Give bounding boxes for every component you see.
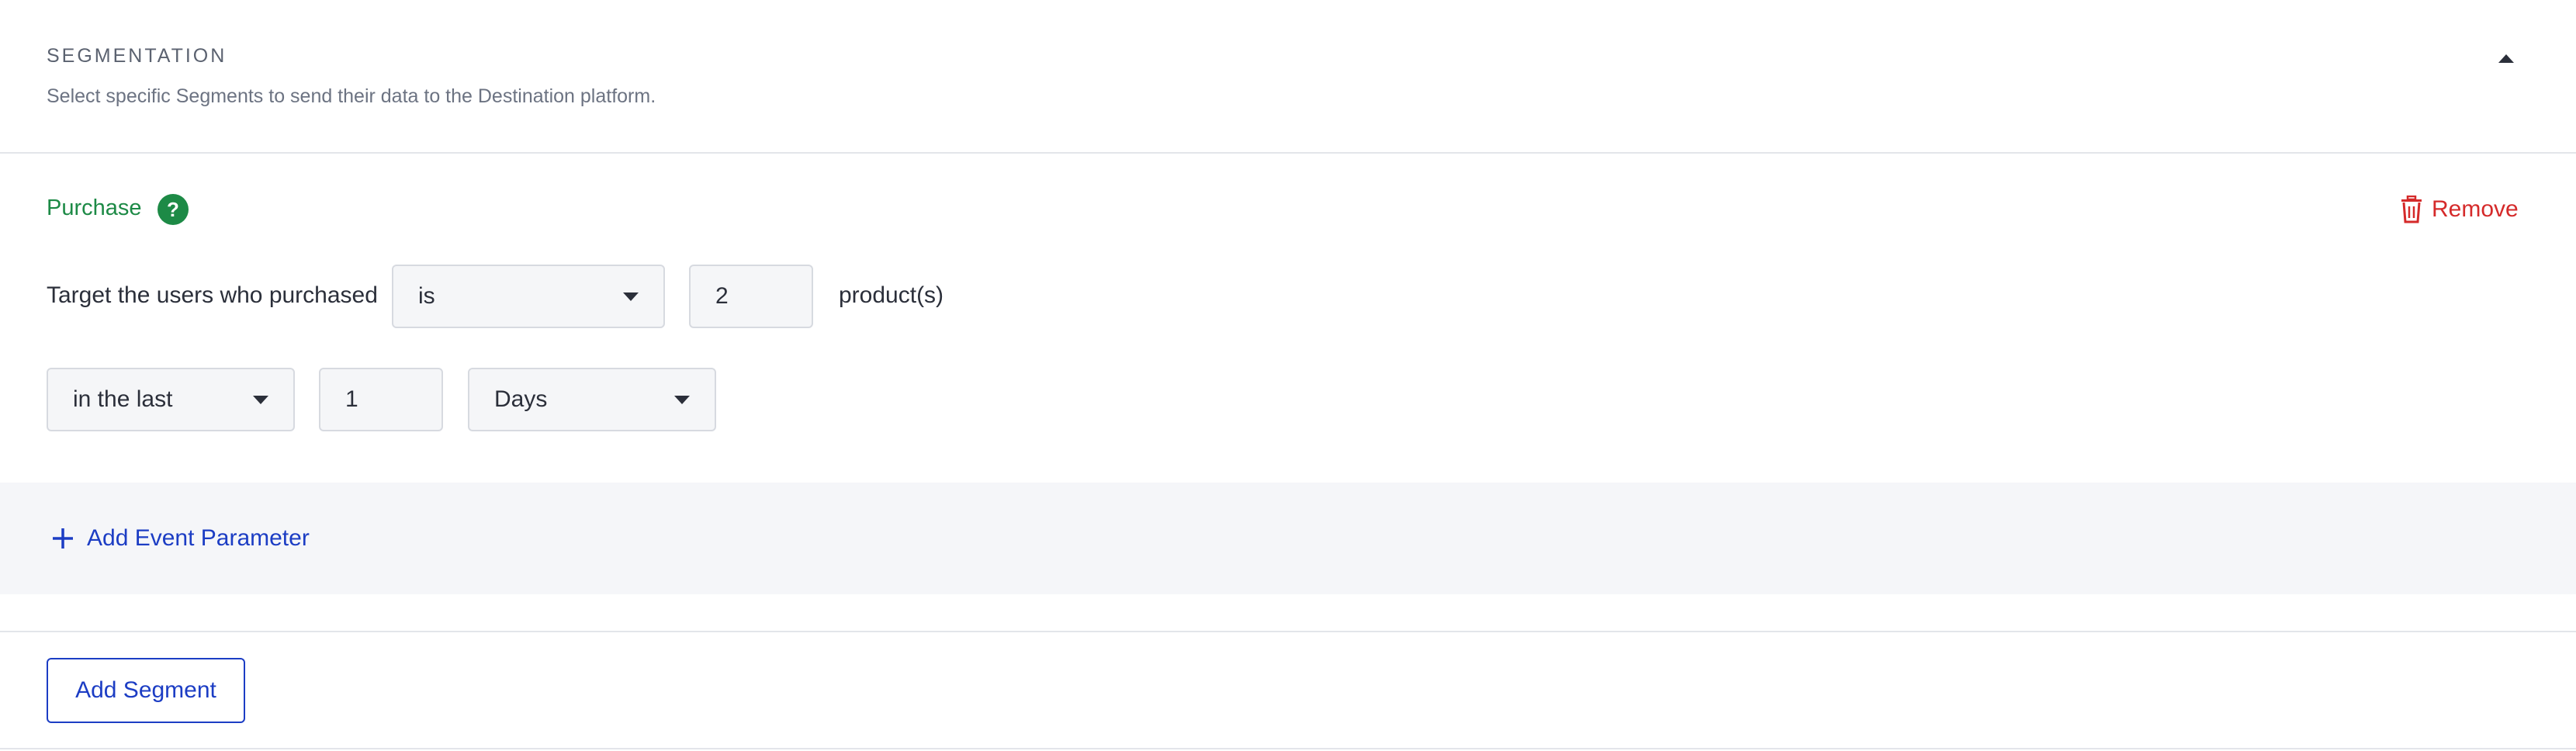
target-label: Target the users who purchased bbox=[47, 282, 378, 308]
add-segment-label: Add Segment bbox=[75, 677, 216, 703]
header-divider bbox=[0, 152, 2576, 154]
plus-icon bbox=[53, 528, 73, 549]
operator-value: is bbox=[418, 283, 435, 309]
count-input[interactable]: 2 bbox=[689, 265, 813, 328]
segment-divider bbox=[0, 631, 2576, 632]
segment-title: Purchase bbox=[47, 196, 142, 220]
help-glyph: ? bbox=[167, 197, 179, 221]
trash-icon bbox=[2401, 196, 2422, 223]
time-operator-select[interactable]: in the last bbox=[47, 368, 295, 431]
caret-down-icon bbox=[674, 395, 690, 404]
event-parameter-panel bbox=[0, 483, 2576, 594]
time-amount-input[interactable]: 1 bbox=[319, 368, 443, 431]
section-title: SEGMENTATION bbox=[47, 45, 227, 67]
add-event-parameter-button[interactable]: Add Event Parameter bbox=[51, 521, 310, 555]
collapse-button[interactable] bbox=[2491, 45, 2522, 73]
remove-segment-button[interactable]: Remove bbox=[2401, 192, 2519, 227]
operator-select[interactable]: is bbox=[392, 265, 665, 328]
remove-label: Remove bbox=[2432, 196, 2519, 222]
footer-divider bbox=[0, 748, 2576, 749]
count-value: 2 bbox=[715, 283, 729, 309]
count-suffix: product(s) bbox=[839, 282, 944, 308]
caret-down-icon bbox=[253, 395, 268, 404]
caret-down-icon bbox=[623, 292, 639, 301]
question-icon[interactable]: ? bbox=[158, 194, 189, 225]
time-unit-value: Days bbox=[494, 386, 548, 412]
section-subtitle: Select specific Segments to send their d… bbox=[47, 85, 656, 107]
add-segment-button[interactable]: Add Segment bbox=[47, 658, 245, 723]
time-amount-value: 1 bbox=[345, 386, 358, 412]
chevron-up-icon bbox=[2498, 54, 2514, 63]
time-operator-value: in the last bbox=[73, 386, 173, 412]
add-event-parameter-label: Add Event Parameter bbox=[87, 525, 310, 551]
time-unit-select[interactable]: Days bbox=[468, 368, 716, 431]
